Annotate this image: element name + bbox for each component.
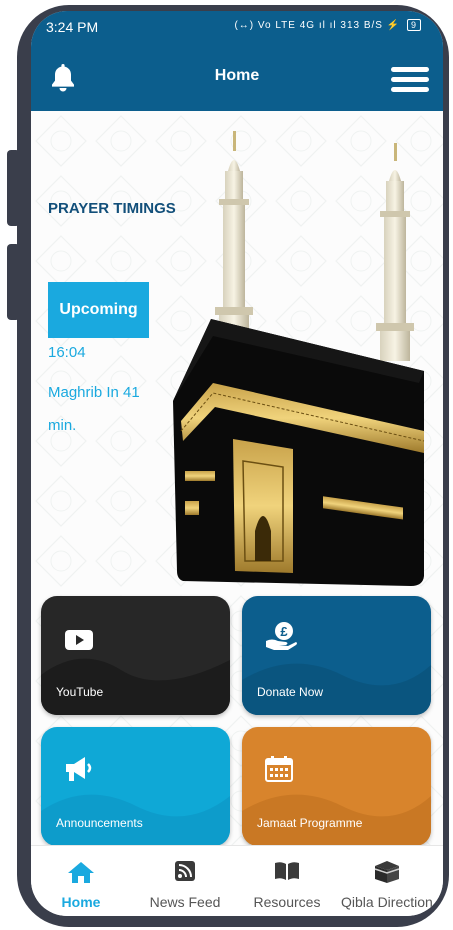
main-content: PRAYER TIMINGS Upcoming 16:04 Maghrib In… [31, 111, 443, 846]
tile-label: Donate Now [257, 685, 324, 699]
kaaba-image [173, 131, 425, 586]
app-header: Home [31, 43, 443, 111]
nav-label: Resources [253, 894, 321, 910]
nav-label: News Feed [149, 894, 221, 910]
hamburger-menu-icon[interactable] [391, 67, 429, 93]
app-screen: 3:24 PM (↔) Vo LTE 4G ıl ıl 313 B/S ⚡ 9 … [31, 11, 443, 916]
donate-tile[interactable]: £ Donate Now [242, 596, 431, 715]
next-prayer-countdown: Maghrib In 41 min. [48, 384, 140, 434]
status-time: 3:24 PM [46, 19, 99, 35]
kaaba-icon [374, 861, 400, 883]
book-icon [275, 862, 299, 880]
jamaat-programme-tile[interactable]: Jamaat Programme [242, 727, 431, 846]
nav-label: Qibla Direction [341, 894, 433, 910]
announcements-tile[interactable]: Announcements [41, 727, 230, 846]
nav-item-home[interactable]: Home [31, 846, 131, 916]
rss-feed-icon [175, 861, 195, 881]
calendar-icon [265, 756, 293, 782]
lightning-icon: ⚡ [386, 20, 401, 31]
donate-pound-hand-icon: £ [266, 622, 297, 650]
megaphone-icon [66, 757, 92, 781]
status-bar: 3:24 PM (↔) Vo LTE 4G ıl ıl 313 B/S ⚡ 9 [31, 11, 443, 43]
nav-item-resources[interactable]: Resources [237, 846, 337, 916]
nav-item-qibla-direction[interactable]: Qibla Direction [337, 846, 437, 916]
battery-icon: 9 [406, 19, 421, 31]
home-icon [68, 862, 94, 883]
tile-label: Announcements [56, 816, 143, 830]
bottom-navigation: Home News Feed Resources Qibla Direction [31, 845, 443, 916]
svg-text:£: £ [280, 624, 288, 639]
upcoming-badge[interactable]: Upcoming [48, 282, 149, 338]
network-indicators: (↔) Vo LTE 4G ıl ıl 313 B/S [234, 20, 383, 31]
tile-label: YouTube [56, 685, 104, 699]
nav-label: Home [61, 894, 101, 910]
status-icons: (↔) Vo LTE 4G ıl ıl 313 B/S ⚡ 9 [234, 19, 421, 31]
youtube-tile[interactable]: YouTube [41, 596, 230, 715]
tile-label: Jamaat Programme [257, 816, 363, 830]
page-title: Home [214, 67, 260, 84]
nav-item-news-feed[interactable]: News Feed [135, 846, 235, 916]
prayer-time: 16:04 [48, 344, 86, 361]
youtube-icon [65, 630, 93, 650]
